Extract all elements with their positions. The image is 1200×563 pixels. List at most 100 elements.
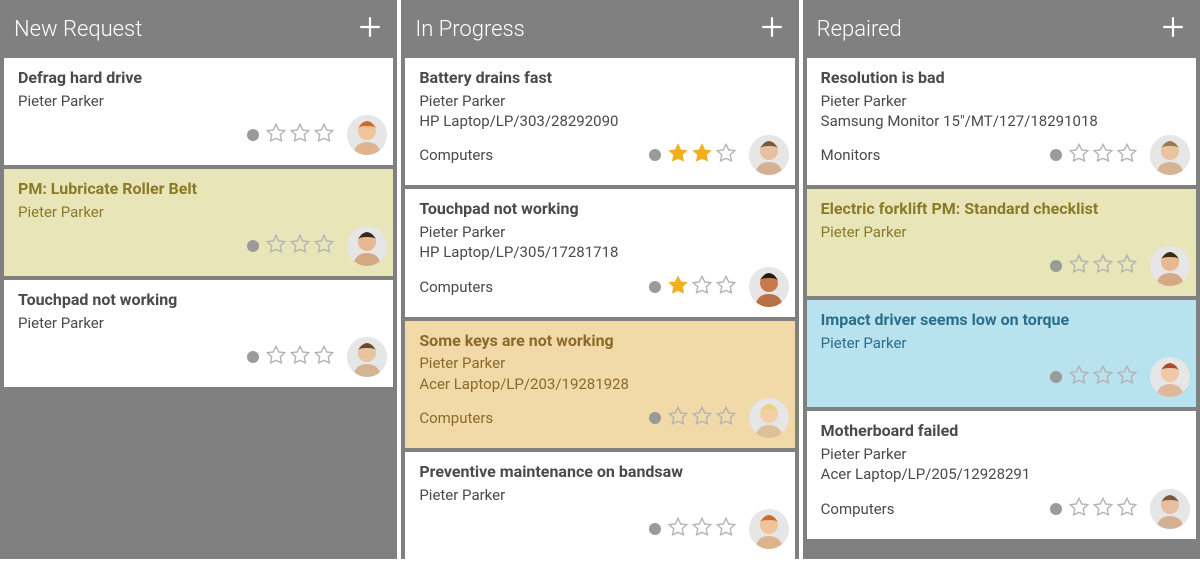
rating-stars[interactable] xyxy=(667,405,737,431)
card-assignee: Pieter Parker xyxy=(419,353,782,373)
card-category: Computers xyxy=(419,146,642,164)
avatar[interactable] xyxy=(749,509,789,549)
rating-stars[interactable] xyxy=(265,344,335,370)
card-assignee: Pieter Parker xyxy=(821,222,1184,242)
rating-stars[interactable] xyxy=(667,142,737,168)
column-title: Repaired xyxy=(817,17,902,42)
star-icon xyxy=(667,516,689,542)
card-title: PM: Lubricate Roller Belt xyxy=(18,179,381,200)
card-footer xyxy=(419,509,782,549)
status-dot-icon xyxy=(649,281,661,293)
card-footer xyxy=(18,115,381,155)
avatar[interactable] xyxy=(347,226,387,266)
avatar[interactable] xyxy=(1150,489,1190,529)
star-icon xyxy=(1068,253,1090,279)
star-icon xyxy=(1092,496,1114,522)
card-assignee: Pieter Parker xyxy=(821,444,1184,464)
avatar[interactable] xyxy=(749,135,789,175)
avatar[interactable] xyxy=(347,115,387,155)
kanban-card[interactable]: Impact driver seems low on torque Pieter… xyxy=(807,300,1196,407)
star-icon xyxy=(265,344,287,370)
column-title: New Request xyxy=(14,17,142,42)
star-icon xyxy=(691,274,713,300)
add-card-button[interactable] xyxy=(1160,14,1186,44)
star-icon xyxy=(1116,496,1138,522)
rating-stars[interactable] xyxy=(1068,142,1138,168)
star-icon xyxy=(691,142,713,168)
star-icon xyxy=(667,274,689,300)
card-footer xyxy=(821,357,1184,397)
column-header: New Request xyxy=(0,0,397,58)
card-assignee: Pieter Parker xyxy=(419,222,782,242)
status-dot-icon xyxy=(247,351,259,363)
rating-stars[interactable] xyxy=(1068,364,1138,390)
star-icon xyxy=(265,122,287,148)
plus-icon xyxy=(1160,14,1186,44)
kanban-card[interactable]: Electric forklift PM: Standard checklist… xyxy=(807,189,1196,296)
add-card-button[interactable] xyxy=(357,14,383,44)
avatar[interactable] xyxy=(1150,357,1190,397)
kanban-card[interactable]: Some keys are not working Pieter ParkerA… xyxy=(405,321,794,448)
kanban-card[interactable]: Touchpad not working Pieter Parker xyxy=(4,280,393,387)
card-category: Monitors xyxy=(821,146,1044,164)
card-footer: Computers xyxy=(419,398,782,438)
star-icon xyxy=(715,405,737,431)
rating-stars[interactable] xyxy=(667,274,737,300)
card-asset: HP Laptop/LP/305/17281718 xyxy=(419,242,782,262)
card-title: Preventive maintenance on bandsaw xyxy=(419,462,782,483)
card-asset: HP Laptop/LP/303/28292090 xyxy=(419,111,782,131)
kanban-board: New Request Defrag hard drive Pieter Par… xyxy=(0,0,1200,559)
avatar[interactable] xyxy=(1150,135,1190,175)
status-dot-icon xyxy=(1050,260,1062,272)
star-icon xyxy=(1068,142,1090,168)
column-repaired: Repaired Resolution is bad Pieter Parker… xyxy=(803,0,1200,559)
star-icon xyxy=(715,274,737,300)
kanban-card[interactable]: Resolution is bad Pieter ParkerSamsung M… xyxy=(807,58,1196,185)
star-icon xyxy=(1068,364,1090,390)
star-icon xyxy=(1116,253,1138,279)
kanban-card[interactable]: Touchpad not working Pieter ParkerHP Lap… xyxy=(405,189,794,316)
column-header: In Progress xyxy=(401,0,798,58)
status-dot-icon xyxy=(649,149,661,161)
rating-stars[interactable] xyxy=(265,233,335,259)
card-title: Battery drains fast xyxy=(419,68,782,89)
card-title: Motherboard failed xyxy=(821,421,1184,442)
avatar[interactable] xyxy=(749,267,789,307)
rating-stars[interactable] xyxy=(1068,253,1138,279)
star-icon xyxy=(265,233,287,259)
avatar[interactable] xyxy=(347,337,387,377)
star-icon xyxy=(1116,142,1138,168)
status-dot-icon xyxy=(649,412,661,424)
column-in-progress: In Progress Battery drains fast Pieter P… xyxy=(401,0,798,559)
rating-stars[interactable] xyxy=(1068,496,1138,522)
kanban-card[interactable]: Preventive maintenance on bandsaw Pieter… xyxy=(405,452,794,559)
star-icon xyxy=(1092,142,1114,168)
card-title: Some keys are not working xyxy=(419,331,782,352)
star-icon xyxy=(667,142,689,168)
kanban-card[interactable]: PM: Lubricate Roller Belt Pieter Parker xyxy=(4,169,393,276)
avatar[interactable] xyxy=(749,398,789,438)
status-dot-icon xyxy=(247,129,259,141)
card-list: Resolution is bad Pieter ParkerSamsung M… xyxy=(803,58,1200,543)
card-assignee: Pieter Parker xyxy=(419,485,782,505)
star-icon xyxy=(289,344,311,370)
kanban-card[interactable]: Motherboard failed Pieter ParkerAcer Lap… xyxy=(807,411,1196,538)
card-assignee: Pieter Parker xyxy=(821,333,1184,353)
card-footer: Computers xyxy=(419,267,782,307)
status-dot-icon xyxy=(1050,149,1062,161)
card-footer: Monitors xyxy=(821,135,1184,175)
card-assignee: Pieter Parker xyxy=(419,91,782,111)
add-card-button[interactable] xyxy=(759,14,785,44)
rating-stars[interactable] xyxy=(265,122,335,148)
kanban-card[interactable]: Defrag hard drive Pieter Parker xyxy=(4,58,393,165)
avatar[interactable] xyxy=(1150,246,1190,286)
rating-stars[interactable] xyxy=(667,516,737,542)
star-icon xyxy=(1092,253,1114,279)
card-category: Computers xyxy=(821,500,1044,518)
kanban-card[interactable]: Battery drains fast Pieter ParkerHP Lapt… xyxy=(405,58,794,185)
card-footer: Computers xyxy=(821,489,1184,529)
card-footer xyxy=(821,246,1184,286)
star-icon xyxy=(715,142,737,168)
status-dot-icon xyxy=(649,523,661,535)
status-dot-icon xyxy=(1050,503,1062,515)
